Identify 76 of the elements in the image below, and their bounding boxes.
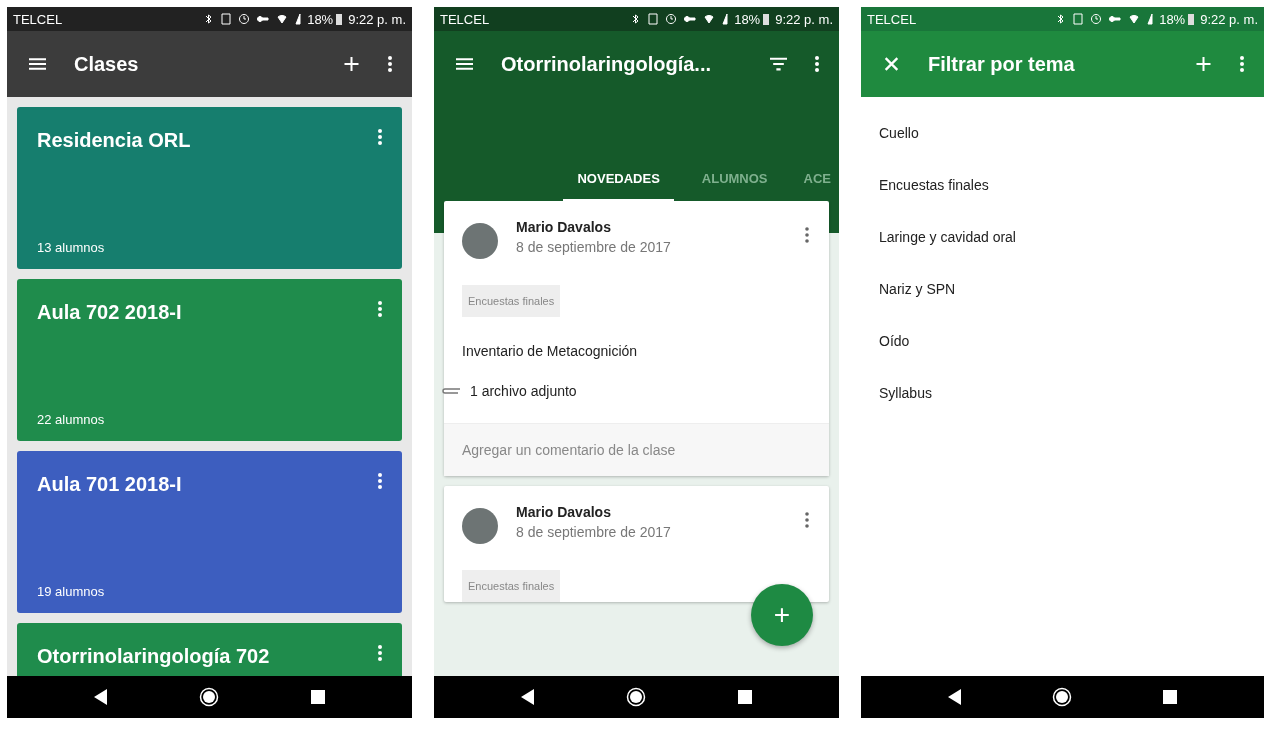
avatar xyxy=(462,223,498,259)
more-options-icon[interactable] xyxy=(388,56,392,72)
filter-icon[interactable] xyxy=(770,57,787,71)
more-options-icon[interactable] xyxy=(815,56,819,72)
toolbar-title: Clases xyxy=(74,52,140,76)
topic-item[interactable]: Encuestas finales xyxy=(879,159,1264,211)
signal-icon xyxy=(722,13,729,25)
attachment-count[interactable]: 1 archivo adjunto xyxy=(470,383,577,399)
topic-chip[interactable]: Encuestas finales xyxy=(462,285,561,317)
toolbar-title: Filtrar por tema xyxy=(928,52,1076,76)
comment-field[interactable]: Agregar un comentario de la clase xyxy=(444,423,829,476)
paperclip-icon xyxy=(440,386,462,396)
topic-item[interactable]: Nariz y SPN xyxy=(879,263,1264,315)
class-card[interactable]: Aula 701 2018-I 19 alumnos xyxy=(17,451,402,613)
class-name: Aula 702 2018-I xyxy=(37,301,182,324)
bluetooth-icon xyxy=(205,13,214,25)
more-options-icon[interactable] xyxy=(378,473,382,489)
post-date: 8 de septiembre de 2017 xyxy=(516,239,672,255)
topic-item[interactable]: Laringe y cavidad oral xyxy=(879,211,1264,263)
class-name: Otorrinolaringología 702 xyxy=(37,645,270,668)
tab[interactable]: ALUMNOS xyxy=(693,159,776,202)
add-icon[interactable] xyxy=(343,57,360,71)
post-date: 8 de septiembre de 2017 xyxy=(516,524,672,540)
battery-percent: 18% xyxy=(734,11,761,27)
carrier-name: TELCEL xyxy=(13,11,63,27)
topic-chip[interactable]: Encuestas finales xyxy=(462,570,561,602)
topic-item[interactable]: Oído xyxy=(879,315,1264,367)
signal-icon xyxy=(295,13,302,25)
battery-icon xyxy=(1188,13,1195,25)
student-count: 19 alumnos xyxy=(37,584,106,599)
author-name: Mario Davalos xyxy=(516,219,612,235)
wifi-icon xyxy=(704,13,715,25)
battery-icon xyxy=(336,13,343,25)
battery-percent: 18% xyxy=(1159,11,1186,27)
carrier-name: TELCEL xyxy=(867,11,917,27)
more-options-icon[interactable] xyxy=(805,227,809,243)
clock-time: 9:22 p. m. xyxy=(348,11,406,27)
alarm-clock-icon xyxy=(1091,13,1102,25)
bluetooth-icon xyxy=(632,13,641,25)
key-icon xyxy=(1109,13,1122,25)
carrier-name: TELCEL xyxy=(440,11,490,27)
signal-icon xyxy=(1147,13,1154,25)
clock-time: 9:22 p. m. xyxy=(775,11,833,27)
student-count: 13 alumnos xyxy=(37,240,106,255)
class-name: Residencia ORL xyxy=(37,129,191,152)
toolbar-title: Otorrinolaringología... xyxy=(501,52,712,76)
topic-item[interactable]: Cuello xyxy=(879,107,1264,159)
key-icon xyxy=(684,13,697,25)
topic-item[interactable]: Syllabus xyxy=(879,367,1264,419)
author-name: Mario Davalos xyxy=(516,504,612,520)
menu-icon[interactable] xyxy=(29,57,46,71)
home-icon[interactable] xyxy=(199,687,220,707)
wifi-icon xyxy=(277,13,288,25)
class-card[interactable]: Aula 702 2018-I 22 alumnos xyxy=(17,279,402,441)
wifi-icon xyxy=(1129,13,1140,25)
post-title: Inventario de Metacognición xyxy=(462,343,638,359)
avatar xyxy=(462,508,498,544)
tab[interactable]: ACE xyxy=(795,159,839,202)
more-options-icon[interactable] xyxy=(805,512,809,528)
student-count: 22 alumnos xyxy=(37,412,106,427)
class-card[interactable]: Otorrinolaringología 702 xyxy=(17,623,402,676)
more-options-icon[interactable] xyxy=(378,129,382,145)
key-icon xyxy=(257,13,270,25)
battery-icon xyxy=(763,13,770,25)
menu-icon[interactable] xyxy=(456,57,473,71)
home-icon[interactable] xyxy=(1052,687,1073,707)
clock-time: 9:22 p. m. xyxy=(1200,11,1258,27)
class-name: Aula 701 2018-I xyxy=(37,473,182,496)
class-card[interactable]: Residencia ORL 13 alumnos xyxy=(17,107,402,269)
close-icon[interactable] xyxy=(883,57,900,71)
add-button[interactable]: + xyxy=(751,584,813,646)
alarm-clock-icon xyxy=(666,13,677,25)
bluetooth-icon xyxy=(1057,13,1066,25)
battery-percent: 18% xyxy=(307,11,334,27)
alarm-clock-icon xyxy=(239,13,250,25)
home-icon[interactable] xyxy=(626,687,647,707)
